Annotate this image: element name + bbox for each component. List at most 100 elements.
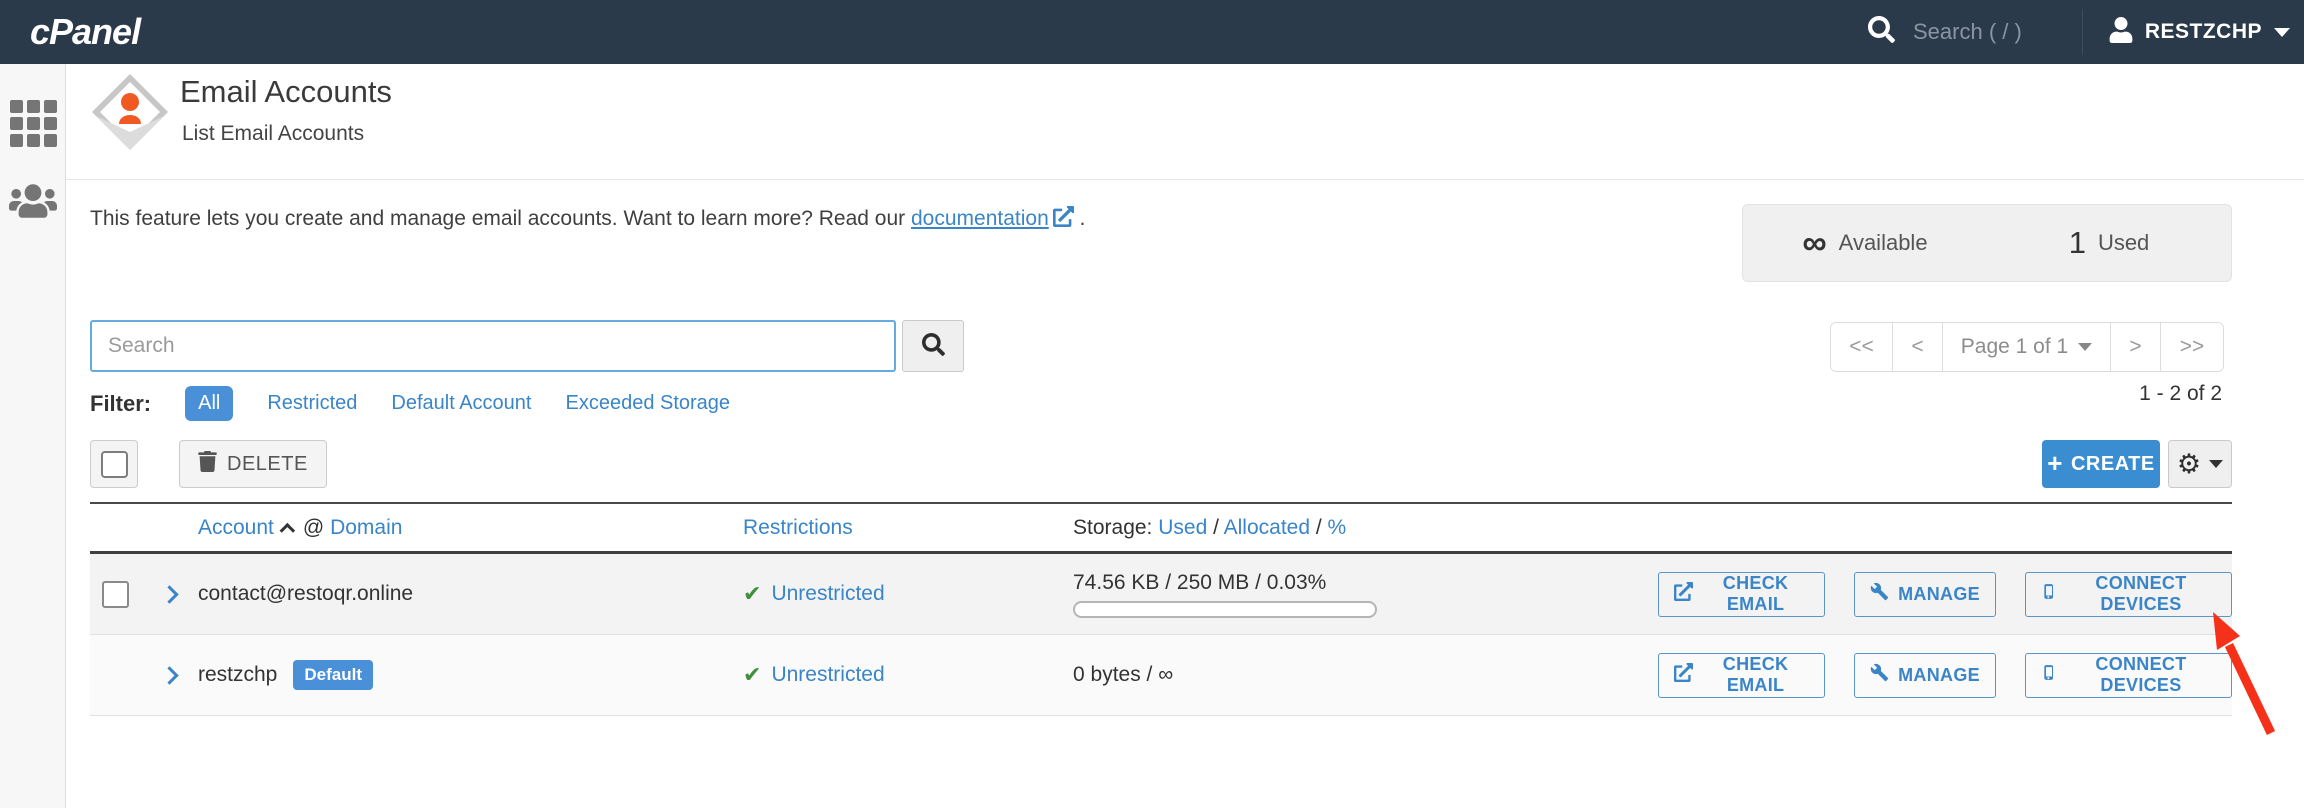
description-suffix: . (1074, 207, 1086, 230)
available-label: Available (1839, 230, 1928, 256)
select-all-button[interactable] (90, 440, 138, 488)
col-storage: Storage: Used / Allocated / % (1073, 516, 1658, 540)
pagination-page-selector[interactable]: Page 1 of 1 (1943, 323, 2111, 371)
table-header-row: Account @ Domain Restrictions Storage: Us… (90, 504, 2232, 554)
email-accounts-table: Account @ Domain Restrictions Storage: Us… (90, 502, 2232, 716)
check-email-button[interactable]: CHECK EMAIL (1658, 572, 1825, 617)
usage-available: ∞ Available (1743, 224, 1987, 263)
pagination: << < Page 1 of 1 > >> (1830, 322, 2224, 372)
infinity-icon: ∞ (1802, 224, 1826, 263)
documentation-link[interactable]: documentation (911, 207, 1049, 230)
sort-account[interactable]: Account (198, 516, 274, 539)
plus-icon: + (2047, 450, 2063, 476)
storage-progress-bar (1073, 601, 1377, 618)
cpanel-logo: cPanel (30, 11, 140, 53)
search-icon (1868, 16, 1895, 48)
restriction-link[interactable]: Unrestricted (771, 663, 884, 687)
sort-domain[interactable]: Domain (330, 516, 402, 539)
create-button[interactable]: + CREATE (2042, 440, 2160, 488)
main-content: Email Accounts List Email Accounts This … (66, 64, 2304, 808)
global-search-placeholder: Search ( / ) (1913, 19, 2022, 45)
filter-all[interactable]: All (185, 386, 233, 421)
connect-devices-label: CONNECT DEVICES (2066, 654, 2216, 696)
manage-label: MANAGE (1898, 665, 1980, 686)
used-value: 1 (2069, 225, 2086, 261)
search-icon (922, 333, 945, 359)
users-icon (9, 181, 57, 226)
user-menu[interactable]: RESTZCHP (2083, 0, 2304, 64)
sort-storage-used[interactable]: Used (1158, 516, 1207, 539)
page-label: Page 1 of 1 (1961, 335, 2068, 359)
row-checkbox[interactable] (102, 581, 129, 608)
storage-label: Storage: (1073, 516, 1152, 539)
manage-button[interactable]: MANAGE (1854, 653, 1996, 698)
select-all-checkbox[interactable] (101, 451, 128, 478)
sort-storage-percent[interactable]: % (1328, 516, 1347, 539)
table-row: restzchp Default ✔ Unrestricted 0 bytes … (90, 635, 2232, 716)
check-icon: ✔ (743, 662, 761, 688)
col-account-domain: Account @ Domain (198, 516, 743, 540)
topbar: cPanel Search ( / ) RESTZCHP (0, 0, 2304, 64)
pagination-first-button[interactable]: << (1831, 323, 1893, 371)
delete-label: DELETE (227, 453, 308, 476)
pagination-next-button[interactable]: > (2111, 323, 2161, 371)
filter-default-account[interactable]: Default Account (391, 392, 531, 415)
sidebar (0, 64, 66, 808)
connect-devices-button[interactable]: CONNECT DEVICES (2025, 653, 2232, 698)
manage-button[interactable]: MANAGE (1854, 572, 1996, 617)
used-label: Used (2098, 230, 2149, 256)
usage-panel: ∞ Available 1 Used (1742, 204, 2232, 282)
page-header: Email Accounts List Email Accounts (66, 64, 2304, 180)
external-link-icon (1053, 206, 1074, 233)
connect-devices-button[interactable]: CONNECT DEVICES (2025, 572, 2232, 617)
chevron-right-icon[interactable] (160, 585, 178, 603)
sidebar-item-tools[interactable] (0, 64, 66, 147)
separator: / (1207, 516, 1223, 539)
search-button[interactable] (902, 320, 964, 372)
at-symbol: @ (303, 516, 324, 539)
chevron-down-icon (2078, 343, 2092, 351)
table-row: contact@restoqr.online ✔ Unrestricted 74… (90, 554, 2232, 635)
check-icon: ✔ (743, 581, 761, 607)
sort-restrictions[interactable]: Restrictions (743, 516, 853, 539)
feature-description: This feature lets you create and manage … (90, 206, 1085, 233)
external-link-icon (1674, 663, 1693, 687)
storage-usage: 74.56 KB / 250 MB / 0.03% (1073, 571, 1658, 595)
account-name: restzchp (198, 663, 277, 687)
manage-label: MANAGE (1898, 584, 1980, 605)
external-link-icon (1674, 582, 1693, 606)
search-input[interactable] (90, 320, 896, 372)
email-accounts-icon (90, 72, 170, 157)
pagination-last-button[interactable]: >> (2161, 323, 2223, 371)
check-email-button[interactable]: CHECK EMAIL (1658, 653, 1825, 698)
result-range: 1 - 2 of 2 (2139, 382, 2222, 406)
mobile-icon (2041, 581, 2057, 607)
sidebar-item-user-manager[interactable] (0, 147, 66, 226)
global-search[interactable]: Search ( / ) (1868, 16, 2082, 48)
filter-row: Filter: All Restricted Default Account E… (90, 386, 730, 421)
connect-devices-label: CONNECT DEVICES (2066, 573, 2216, 615)
apps-grid-icon (10, 100, 57, 147)
filter-exceeded-storage[interactable]: Exceeded Storage (565, 392, 730, 415)
account-name: contact@restoqr.online (198, 582, 413, 606)
check-email-label: CHECK EMAIL (1702, 573, 1809, 615)
filter-restricted[interactable]: Restricted (267, 392, 357, 415)
page-title: Email Accounts (180, 74, 392, 110)
gear-icon: ⚙ (2177, 451, 2201, 478)
chevron-right-icon[interactable] (160, 666, 178, 684)
default-badge: Default (293, 660, 373, 690)
storage-usage: 0 bytes / ∞ (1073, 663, 1658, 687)
chevron-down-icon (2274, 28, 2290, 37)
create-label: CREATE (2071, 453, 2155, 476)
mobile-icon (2041, 662, 2057, 688)
sort-storage-allocated[interactable]: Allocated (1224, 516, 1310, 539)
filter-label: Filter: (90, 391, 151, 417)
settings-dropdown-button[interactable]: ⚙ (2168, 440, 2232, 488)
col-restrictions: Restrictions (743, 516, 1073, 540)
username-label: RESTZCHP (2145, 20, 2262, 44)
pagination-prev-button[interactable]: < (1893, 323, 1943, 371)
separator: / (1310, 516, 1328, 539)
restriction-link[interactable]: Unrestricted (771, 582, 884, 606)
check-email-label: CHECK EMAIL (1702, 654, 1809, 696)
delete-button[interactable]: DELETE (179, 440, 327, 488)
